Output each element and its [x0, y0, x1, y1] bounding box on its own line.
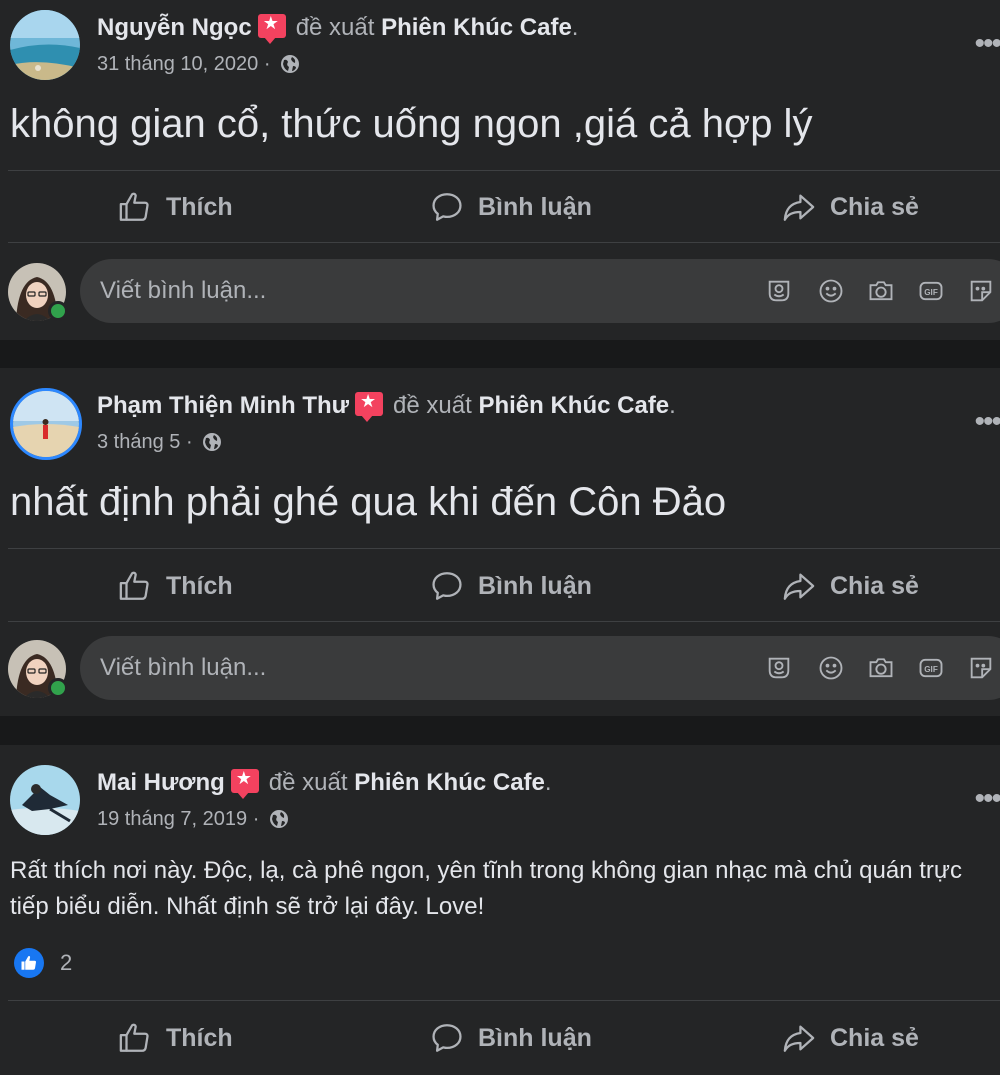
sticker-icon[interactable]: [967, 654, 995, 682]
more-options-icon[interactable]: •••: [960, 784, 1000, 819]
author-name[interactable]: Nguyễn Ngọc: [97, 14, 252, 41]
author-avatar[interactable]: [10, 765, 80, 835]
recommend-verb: đề xuất: [295, 14, 375, 41]
recommend-verb: đề xuất: [393, 392, 472, 419]
thumb-up-icon: [119, 571, 149, 600]
comment-placeholder: Viết bình luận...: [100, 277, 267, 304]
share-label: Chia sẻ: [830, 192, 919, 221]
post-meta: 19 tháng 7, 2019 ·: [97, 808, 289, 831]
divider: [8, 621, 1000, 622]
header-period: .: [571, 14, 579, 41]
online-status-dot: [48, 678, 68, 698]
action-bar: Thích Bình luận Chia sẻ: [0, 172, 1000, 242]
post-header: Mai Hương đề xuất Phiên Khúc Cafe.: [97, 768, 552, 799]
recommend-star-icon: [355, 391, 384, 422]
author-name[interactable]: Mai Hương: [97, 769, 225, 796]
camera-icon[interactable]: [867, 654, 895, 682]
gif-icon[interactable]: GIF: [917, 654, 945, 682]
recommend-verb: đề xuất: [268, 769, 348, 796]
recommend-star-icon: [230, 768, 259, 799]
share-arrow-icon: [783, 194, 815, 221]
thumb-up-icon: [119, 192, 149, 221]
sticker-icon[interactable]: [967, 277, 995, 305]
thumb-up-icon: [119, 1023, 149, 1052]
globe-icon: [281, 55, 300, 73]
author-avatar[interactable]: [10, 10, 80, 80]
divider: [8, 170, 1000, 171]
reaction-summary[interactable]: 2: [14, 948, 72, 978]
comment-input[interactable]: Viết bình luận... GIF: [80, 636, 1000, 700]
comment-placeholder: Viết bình luận...: [100, 654, 267, 681]
post-card: Mai Hương đề xuất Phiên Khúc Cafe. 19 thá…: [0, 745, 1000, 1075]
svg-text:GIF: GIF: [924, 665, 938, 674]
action-bar: Thích Bình luận Chia sẻ: [0, 1003, 1000, 1073]
divider: [8, 548, 1000, 549]
post-header: Phạm Thiện Minh Thư đề xuất Phiên Khúc Ca…: [97, 391, 676, 422]
avatar-sticker-icon[interactable]: [765, 277, 793, 305]
divider: [8, 242, 1000, 243]
comment-label: Bình luận: [478, 192, 592, 221]
globe-icon: [203, 433, 222, 451]
share-arrow-icon: [783, 573, 815, 600]
header-period: .: [669, 392, 676, 419]
post-header: Nguyễn Ngọc đề xuất Phiên Khúc Cafe.: [97, 13, 579, 44]
more-options-icon[interactable]: •••: [960, 407, 1000, 442]
comment-input[interactable]: Viết bình luận... GIF: [80, 259, 1000, 323]
post-card: Phạm Thiện Minh Thư đề xuất Phiên Khúc Ca…: [0, 368, 1000, 716]
author-avatar[interactable]: [10, 388, 82, 460]
svg-text:GIF: GIF: [924, 288, 938, 297]
post-text: Rất thích nơi này. Độc, lạ, cà phê ngon,…: [10, 857, 962, 920]
share-label: Chia sẻ: [830, 571, 919, 600]
share-arrow-icon: [783, 1025, 815, 1052]
like-reaction-icon: [14, 948, 44, 978]
emoji-icon[interactable]: [817, 277, 845, 305]
avatar-sticker-icon[interactable]: [765, 654, 793, 682]
like-button[interactable]: Thích: [118, 172, 233, 242]
comment-bubble-icon: [432, 572, 462, 600]
author-name[interactable]: Phạm Thiện Minh Thư: [97, 392, 349, 419]
current-user-avatar[interactable]: [8, 263, 68, 321]
comment-label: Bình luận: [478, 571, 592, 600]
globe-icon: [269, 810, 288, 828]
comment-label: Bình luận: [478, 1023, 592, 1052]
like-label: Thích: [166, 1023, 233, 1052]
share-label: Chia sẻ: [830, 1023, 919, 1052]
page-name[interactable]: Phiên Khúc Cafe: [354, 769, 545, 796]
post-date[interactable]: 3 tháng 5 ·: [97, 431, 193, 453]
like-button[interactable]: Thích: [118, 551, 233, 621]
gif-icon[interactable]: GIF: [917, 277, 945, 305]
camera-icon[interactable]: [867, 277, 895, 305]
online-status-dot: [48, 301, 68, 321]
comment-button[interactable]: Bình luận: [430, 551, 592, 621]
more-options-icon[interactable]: •••: [960, 29, 1000, 64]
like-label: Thích: [166, 192, 233, 221]
comment-composer: Viết bình luận... GIF: [0, 253, 1000, 323]
post-date[interactable]: 19 tháng 7, 2019 ·: [97, 808, 259, 830]
comment-bubble-icon: [432, 193, 462, 221]
header-period: .: [544, 769, 552, 796]
like-button[interactable]: Thích: [118, 1003, 233, 1073]
share-button[interactable]: Chia sẻ: [782, 172, 919, 242]
share-button[interactable]: Chia sẻ: [782, 1003, 919, 1073]
comment-composer: Viết bình luận... GIF: [0, 630, 1000, 700]
like-label: Thích: [166, 571, 233, 600]
post-date[interactable]: 31 tháng 10, 2020 ·: [97, 53, 270, 75]
reaction-count: 2: [60, 950, 73, 975]
page-name[interactable]: Phiên Khúc Cafe: [478, 392, 669, 419]
page-name[interactable]: Phiên Khúc Cafe: [381, 14, 572, 41]
emoji-icon[interactable]: [817, 654, 845, 682]
post-meta: 31 tháng 10, 2020 ·: [97, 53, 300, 76]
post-text: không gian cổ, thức uống ngon ,giá cả hợ…: [10, 102, 813, 146]
comment-button[interactable]: Bình luận: [430, 172, 592, 242]
comment-button[interactable]: Bình luận: [430, 1003, 592, 1073]
comment-bubble-icon: [432, 1024, 462, 1052]
divider: [8, 1000, 1000, 1001]
post-text: nhất định phải ghé qua khi đến Côn Đảo: [10, 480, 727, 524]
recommend-star-icon: [257, 13, 286, 44]
action-bar: Thích Bình luận Chia sẻ: [0, 551, 1000, 621]
current-user-avatar[interactable]: [8, 640, 68, 698]
post-card: Nguyễn Ngọc đề xuất Phiên Khúc Cafe. 31 t…: [0, 0, 1000, 340]
post-meta: 3 tháng 5 ·: [97, 431, 222, 454]
share-button[interactable]: Chia sẻ: [782, 551, 919, 621]
